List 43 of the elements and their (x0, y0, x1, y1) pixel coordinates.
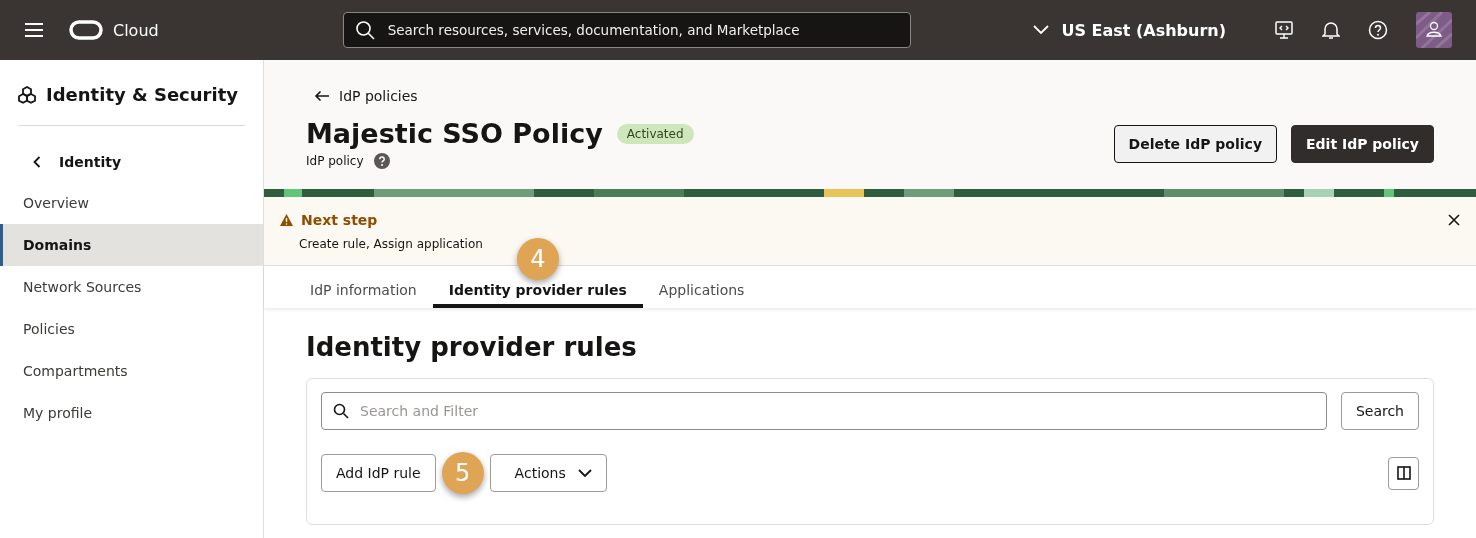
help-icon[interactable] (373, 153, 390, 169)
step-marker: 5 (441, 452, 484, 494)
sidebar-item[interactable]: Overview (0, 182, 263, 224)
status-badge: Activated (616, 123, 694, 144)
close-icon[interactable] (1448, 214, 1460, 226)
notice-text: Create rule, Assign application (299, 237, 484, 251)
actions-button[interactable]: Actions (489, 454, 607, 492)
tab[interactable]: IdP information (294, 280, 433, 308)
search-field[interactable]: Search resources, services, documentation, and Marketplace (342, 12, 911, 48)
filter-field[interactable]: Search and Filter (321, 392, 1327, 430)
notification-icon[interactable] (1322, 20, 1340, 40)
logo-icon[interactable] (69, 20, 103, 40)
sidebar-title: Identity & Security (46, 84, 238, 105)
sidebar-item[interactable]: Compartments (0, 350, 263, 392)
avatar-icon[interactable] (1416, 12, 1452, 48)
search-button[interactable]: Search (1340, 392, 1419, 430)
arrow-left-icon (314, 90, 330, 102)
section-title: Identity provider rules (306, 332, 638, 362)
columns-button[interactable] (1388, 456, 1419, 490)
back-link[interactable]: IdP policies (314, 88, 1434, 104)
help-icon[interactable] (1368, 20, 1388, 40)
sidebar-item[interactable]: Domains (0, 224, 263, 266)
sidebar-item[interactable]: Policies (0, 308, 263, 350)
page-title: Majestic SSO Policy (306, 118, 603, 149)
tab[interactable]: Identity provider rules (432, 280, 643, 308)
add-rule-button[interactable]: Add IdP rule (321, 454, 436, 492)
sidebar-item[interactable]: My profile (0, 392, 263, 434)
warning-icon (280, 214, 293, 226)
brand-name: Cloud (113, 20, 159, 40)
chevron-left-icon (33, 156, 41, 168)
menu-icon[interactable] (25, 23, 43, 37)
chevron-down-icon (1033, 25, 1050, 35)
back-link[interactable]: Identity (0, 126, 263, 182)
notice-title: Next step (301, 212, 378, 228)
delete-button[interactable]: Delete IdP policy (1113, 124, 1277, 163)
sidebar-item[interactable]: Network Sources (0, 266, 263, 308)
developer-tools-icon[interactable] (1274, 20, 1294, 40)
edit-button[interactable]: Edit IdP policy (1291, 124, 1434, 163)
region-selector[interactable]: US East (Ashburn) (1033, 20, 1226, 40)
page-subtitle: IdP policy (306, 154, 364, 168)
chevron-down-icon (577, 468, 592, 478)
tab[interactable]: Applications (642, 280, 761, 308)
columns-icon (1396, 466, 1411, 480)
